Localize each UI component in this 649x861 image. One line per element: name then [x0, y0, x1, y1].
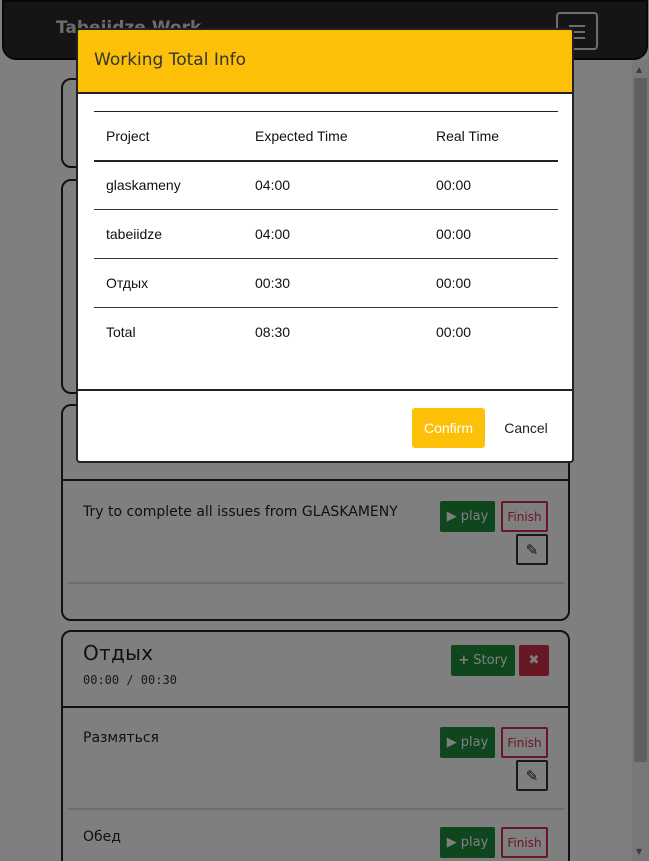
modal-footer-divider — [78, 389, 572, 391]
expected-time-cell: 08:30 — [255, 324, 291, 341]
expected-time-cell: 00:30 — [255, 275, 291, 291]
table-row-total: Total 08:30 00:00 — [94, 308, 558, 357]
column-header: Project — [106, 127, 150, 144]
column-header: Real Time — [436, 127, 500, 144]
working-total-table: Project Expected Time Real Time glaskame… — [94, 111, 558, 357]
column-header: Expected Time — [255, 127, 348, 144]
table-row: glaskameny 04:00 00:00 — [94, 161, 558, 210]
real-time-cell: 00:00 — [436, 177, 472, 194]
confirm-button[interactable]: Confirm — [412, 408, 485, 448]
real-time-cell: 00:00 — [436, 324, 472, 341]
modal-header: Working Total Info — [78, 30, 572, 94]
cancel-button[interactable]: Cancel — [494, 408, 558, 448]
project-cell: Отдых — [106, 275, 149, 291]
project-cell: Total — [106, 324, 136, 341]
project-cell: glaskameny — [106, 177, 181, 194]
modal-title: Working Total Info — [94, 50, 247, 70]
working-total-modal: Working Total Info Project Expected Time… — [76, 28, 574, 463]
table-header-row: Project Expected Time Real Time — [94, 111, 558, 161]
table-row: Отдых 00:30 00:00 — [94, 259, 558, 308]
expected-time-cell: 04:00 — [255, 226, 291, 242]
table-row: tabeiidze 04:00 00:00 — [94, 210, 558, 259]
project-cell: tabeiidze — [106, 226, 163, 242]
real-time-cell: 00:00 — [436, 275, 472, 291]
expected-time-cell: 04:00 — [255, 177, 291, 194]
real-time-cell: 00:00 — [436, 226, 472, 242]
